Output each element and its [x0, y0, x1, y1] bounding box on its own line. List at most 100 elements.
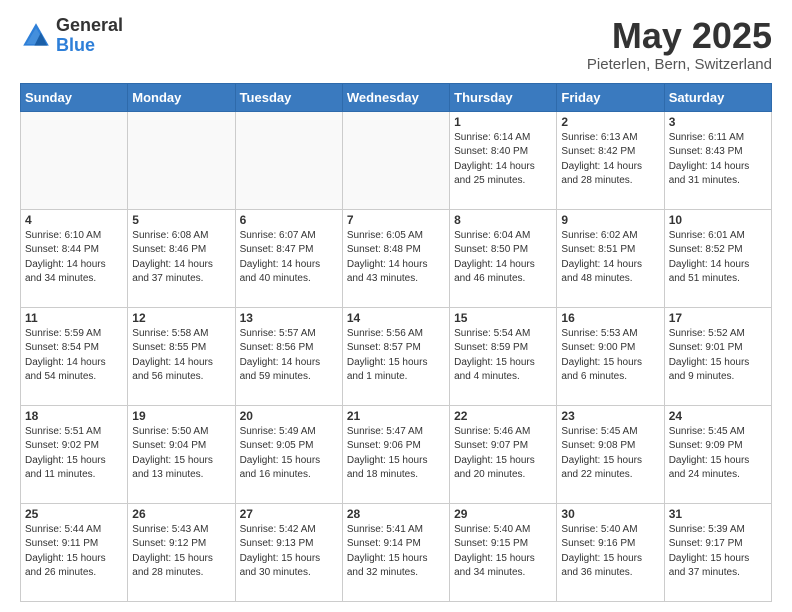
calendar-header: SundayMondayTuesdayWednesdayThursdayFrid… — [21, 83, 772, 111]
calendar-cell: 20 Sunrise: 5:49 AM Sunset: 9:05 PM Dayli… — [235, 405, 342, 503]
calendar-week-3: 11Sunrise: 5:59 AM Sunset: 8:54 PM Dayli… — [21, 307, 772, 405]
day-info: Sunrise: 5:57 AM Sunset: 8:56 PM Dayligh… — [240, 327, 338, 385]
calendar-cell — [128, 111, 235, 209]
calendar-cell: 27 Sunrise: 5:42 AM Sunset: 9:13 PM Dayli… — [235, 503, 342, 601]
day-info: Sunrise: 6:14 AM Sunset: 8:40 PM Dayligh… — [454, 131, 552, 189]
calendar-cell: 16 Sunrise: 5:53 AM Sunset: 9:00 PM Dayli… — [557, 307, 664, 405]
calendar-week-1: 1 Sunrise: 6:14 AM Sunset: 8:40 PM Daylig… — [21, 111, 772, 209]
calendar-cell: 14Sunrise: 5:56 AM Sunset: 8:57 PM Dayli… — [342, 307, 449, 405]
day-number: 22 — [454, 409, 552, 423]
day-number: 23 — [561, 409, 659, 423]
day-number: 2 — [561, 115, 659, 129]
day-number: 16 — [561, 311, 659, 325]
calendar-cell: 13Sunrise: 5:57 AM Sunset: 8:56 PM Dayli… — [235, 307, 342, 405]
day-number: 18 — [25, 409, 123, 423]
calendar-cell — [342, 111, 449, 209]
day-number: 5 — [132, 213, 230, 227]
day-of-week-thursday: Thursday — [450, 83, 557, 111]
day-number: 1 — [454, 115, 552, 129]
day-number: 3 — [669, 115, 767, 129]
day-number: 4 — [25, 213, 123, 227]
day-header-row: SundayMondayTuesdayWednesdayThursdayFrid… — [21, 83, 772, 111]
day-info: Sunrise: 5:43 AM Sunset: 9:12 PM Dayligh… — [132, 523, 230, 581]
day-number: 25 — [25, 507, 123, 521]
day-number: 6 — [240, 213, 338, 227]
calendar-cell: 29 Sunrise: 5:40 AM Sunset: 9:15 PM Dayli… — [450, 503, 557, 601]
calendar-body: 1 Sunrise: 6:14 AM Sunset: 8:40 PM Daylig… — [21, 111, 772, 601]
title-block: May 2025 Pieterlen, Bern, Switzerland — [587, 16, 772, 73]
day-info: Sunrise: 6:01 AM Sunset: 8:52 PM Dayligh… — [669, 229, 767, 287]
calendar-cell: 24Sunrise: 5:45 AM Sunset: 9:09 PM Dayli… — [664, 405, 771, 503]
header: General Blue May 2025 Pieterlen, Bern, S… — [20, 16, 772, 73]
calendar-cell: 10 Sunrise: 6:01 AM Sunset: 8:52 PM Dayli… — [664, 209, 771, 307]
day-info: Sunrise: 6:11 AM Sunset: 8:43 PM Dayligh… — [669, 131, 767, 189]
day-number: 28 — [347, 507, 445, 521]
day-of-week-saturday: Saturday — [664, 83, 771, 111]
day-info: Sunrise: 6:04 AM Sunset: 8:50 PM Dayligh… — [454, 229, 552, 287]
day-info: Sunrise: 5:47 AM Sunset: 9:06 PM Dayligh… — [347, 425, 445, 483]
logo-text: General Blue — [56, 16, 123, 56]
day-number: 20 — [240, 409, 338, 423]
day-number: 30 — [561, 507, 659, 521]
day-number: 7 — [347, 213, 445, 227]
logo-blue-text: Blue — [56, 36, 123, 56]
calendar-cell: 9 Sunrise: 6:02 AM Sunset: 8:51 PM Daylig… — [557, 209, 664, 307]
day-number: 14 — [347, 311, 445, 325]
day-info: Sunrise: 6:05 AM Sunset: 8:48 PM Dayligh… — [347, 229, 445, 287]
calendar-title: May 2025 — [587, 16, 772, 56]
day-info: Sunrise: 5:45 AM Sunset: 9:09 PM Dayligh… — [669, 425, 767, 483]
day-of-week-monday: Monday — [128, 83, 235, 111]
day-number: 17 — [669, 311, 767, 325]
day-info: Sunrise: 5:42 AM Sunset: 9:13 PM Dayligh… — [240, 523, 338, 581]
day-number: 29 — [454, 507, 552, 521]
day-number: 8 — [454, 213, 552, 227]
calendar-cell: 30 Sunrise: 5:40 AM Sunset: 9:16 PM Dayli… — [557, 503, 664, 601]
day-number: 12 — [132, 311, 230, 325]
day-number: 19 — [132, 409, 230, 423]
calendar-cell: 4 Sunrise: 6:10 AM Sunset: 8:44 PM Daylig… — [21, 209, 128, 307]
day-info: Sunrise: 5:51 AM Sunset: 9:02 PM Dayligh… — [25, 425, 123, 483]
calendar-cell: 11Sunrise: 5:59 AM Sunset: 8:54 PM Dayli… — [21, 307, 128, 405]
calendar-week-2: 4 Sunrise: 6:10 AM Sunset: 8:44 PM Daylig… — [21, 209, 772, 307]
day-of-week-tuesday: Tuesday — [235, 83, 342, 111]
day-info: Sunrise: 5:59 AM Sunset: 8:54 PM Dayligh… — [25, 327, 123, 385]
calendar-week-5: 25 Sunrise: 5:44 AM Sunset: 9:11 PM Dayli… — [21, 503, 772, 601]
calendar-cell: 21Sunrise: 5:47 AM Sunset: 9:06 PM Dayli… — [342, 405, 449, 503]
day-info: Sunrise: 5:44 AM Sunset: 9:11 PM Dayligh… — [25, 523, 123, 581]
day-info: Sunrise: 6:13 AM Sunset: 8:42 PM Dayligh… — [561, 131, 659, 189]
day-info: Sunrise: 5:40 AM Sunset: 9:15 PM Dayligh… — [454, 523, 552, 581]
day-info: Sunrise: 5:45 AM Sunset: 9:08 PM Dayligh… — [561, 425, 659, 483]
day-info: Sunrise: 6:10 AM Sunset: 8:44 PM Dayligh… — [25, 229, 123, 287]
day-info: Sunrise: 5:49 AM Sunset: 9:05 PM Dayligh… — [240, 425, 338, 483]
calendar-cell: 22 Sunrise: 5:46 AM Sunset: 9:07 PM Dayli… — [450, 405, 557, 503]
day-info: Sunrise: 5:39 AM Sunset: 9:17 PM Dayligh… — [669, 523, 767, 581]
logo-general-text: General — [56, 16, 123, 36]
calendar-cell: 7 Sunrise: 6:05 AM Sunset: 8:48 PM Daylig… — [342, 209, 449, 307]
day-info: Sunrise: 5:40 AM Sunset: 9:16 PM Dayligh… — [561, 523, 659, 581]
calendar-cell: 5 Sunrise: 6:08 AM Sunset: 8:46 PM Daylig… — [128, 209, 235, 307]
calendar-cell: 15 Sunrise: 5:54 AM Sunset: 8:59 PM Dayli… — [450, 307, 557, 405]
day-info: Sunrise: 5:58 AM Sunset: 8:55 PM Dayligh… — [132, 327, 230, 385]
day-number: 15 — [454, 311, 552, 325]
calendar-cell: 17Sunrise: 5:52 AM Sunset: 9:01 PM Dayli… — [664, 307, 771, 405]
day-number: 27 — [240, 507, 338, 521]
calendar-subtitle: Pieterlen, Bern, Switzerland — [587, 56, 772, 73]
day-number: 26 — [132, 507, 230, 521]
calendar-cell: 18 Sunrise: 5:51 AM Sunset: 9:02 PM Dayli… — [21, 405, 128, 503]
logo-icon — [20, 20, 52, 52]
day-of-week-friday: Friday — [557, 83, 664, 111]
day-info: Sunrise: 5:46 AM Sunset: 9:07 PM Dayligh… — [454, 425, 552, 483]
calendar-cell: 6 Sunrise: 6:07 AM Sunset: 8:47 PM Daylig… — [235, 209, 342, 307]
day-number: 9 — [561, 213, 659, 227]
day-info: Sunrise: 6:07 AM Sunset: 8:47 PM Dayligh… — [240, 229, 338, 287]
calendar-cell: 19Sunrise: 5:50 AM Sunset: 9:04 PM Dayli… — [128, 405, 235, 503]
calendar-cell: 26 Sunrise: 5:43 AM Sunset: 9:12 PM Dayli… — [128, 503, 235, 601]
day-info: Sunrise: 5:53 AM Sunset: 9:00 PM Dayligh… — [561, 327, 659, 385]
logo: General Blue — [20, 16, 123, 56]
page: General Blue May 2025 Pieterlen, Bern, S… — [0, 0, 792, 612]
day-info: Sunrise: 6:02 AM Sunset: 8:51 PM Dayligh… — [561, 229, 659, 287]
day-info: Sunrise: 5:54 AM Sunset: 8:59 PM Dayligh… — [454, 327, 552, 385]
day-info: Sunrise: 6:08 AM Sunset: 8:46 PM Dayligh… — [132, 229, 230, 287]
day-number: 10 — [669, 213, 767, 227]
calendar-cell: 23 Sunrise: 5:45 AM Sunset: 9:08 PM Dayli… — [557, 405, 664, 503]
